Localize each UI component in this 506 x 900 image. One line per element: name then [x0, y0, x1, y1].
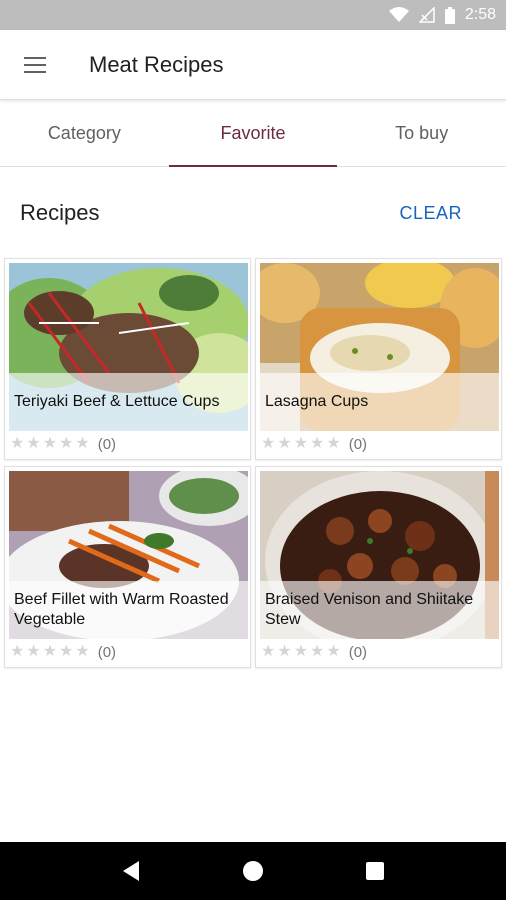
tab-to-buy[interactable]: To buy [337, 101, 506, 166]
star-icon: ★ [277, 435, 292, 452]
recipe-card[interactable]: Braised Venison and Shiitake Stew ★ ★ ★ … [255, 466, 502, 668]
recipe-card[interactable]: Lasagna Cups ★ ★ ★ ★ ★ (0) [255, 258, 502, 460]
star-icon: ★ [261, 435, 276, 452]
tab-bar: Category Favorite To buy [0, 101, 506, 167]
star-icon: ★ [10, 435, 25, 452]
back-icon [123, 861, 139, 881]
app-bar: Meat Recipes [0, 30, 506, 100]
signal-icon [418, 7, 435, 23]
star-icon: ★ [326, 643, 341, 660]
app-title: Meat Recipes [89, 51, 224, 77]
rating-count: (0) [348, 435, 368, 453]
battery-icon [444, 6, 455, 24]
recipe-overlay: Beef Fillet with Warm Roasted Vegetable [9, 581, 248, 639]
recipe-overlay: Lasagna Cups [260, 373, 499, 431]
rating-row: ★ ★ ★ ★ ★ (0) [261, 435, 367, 453]
clear-button[interactable]: CLEAR [391, 195, 486, 232]
star-icon: ★ [261, 643, 276, 660]
recipe-name: Braised Venison and Shiitake Stew [265, 591, 474, 628]
recipe-grid: Teriyaki Beef & Lettuce Cups ★ ★ ★ ★ ★ (… [4, 258, 502, 668]
rating-row: ★ ★ ★ ★ ★ (0) [10, 435, 116, 453]
recipe-card[interactable]: Beef Fillet with Warm Roasted Vegetable … [4, 466, 251, 668]
star-icon: ★ [42, 643, 58, 660]
star-icon: ★ [293, 435, 309, 452]
recipe-image: Lasagna Cups [260, 263, 499, 431]
rating-count: (0) [97, 435, 117, 453]
back-button[interactable] [111, 851, 151, 891]
recipe-image: Teriyaki Beef & Lettuce Cups [9, 263, 248, 431]
star-icon: ★ [10, 643, 25, 660]
star-icon: ★ [75, 435, 90, 452]
star-icon: ★ [75, 643, 90, 660]
rating-row: ★ ★ ★ ★ ★ (0) [261, 643, 367, 661]
star-icon: ★ [326, 435, 341, 452]
recipe-overlay: Braised Venison and Shiitake Stew [260, 581, 499, 639]
recipe-image: Beef Fillet with Warm Roasted Vegetable [9, 471, 248, 639]
section-header: Recipes CLEAR [20, 190, 486, 236]
star-icon: ★ [310, 435, 325, 452]
section-title: Recipes [20, 200, 100, 225]
star-icon: ★ [26, 643, 41, 660]
star-icon: ★ [59, 643, 74, 660]
home-icon [243, 861, 263, 881]
status-time: 2:58 [464, 6, 496, 23]
wifi-icon [388, 7, 409, 23]
star-icon: ★ [42, 435, 58, 452]
star-icon: ★ [59, 435, 74, 452]
tab-favorite[interactable]: Favorite [168, 101, 338, 167]
recents-button[interactable] [355, 851, 395, 891]
rating-row: ★ ★ ★ ★ ★ (0) [10, 643, 116, 661]
status-bar: 2:58 [0, 0, 506, 30]
star-icon: ★ [277, 643, 292, 660]
rating-count: (0) [97, 643, 117, 661]
tab-category[interactable]: Category [0, 101, 169, 166]
recipe-name: Beef Fillet with Warm Roasted Vegetable [14, 591, 229, 628]
rating-count: (0) [348, 643, 368, 661]
recipe-image: Braised Venison and Shiitake Stew [260, 471, 499, 639]
star-icon: ★ [293, 643, 309, 660]
star-icon: ★ [310, 643, 325, 660]
menu-button[interactable] [0, 30, 70, 100]
recipe-name: Lasagna Cups [265, 393, 369, 410]
navigation-bar [0, 842, 506, 900]
recents-icon [366, 862, 384, 880]
home-button[interactable] [233, 851, 273, 891]
recipe-card[interactable]: Teriyaki Beef & Lettuce Cups ★ ★ ★ ★ ★ (… [4, 258, 251, 460]
star-icon: ★ [26, 435, 41, 452]
recipe-overlay: Teriyaki Beef & Lettuce Cups [9, 373, 248, 431]
menu-icon [24, 56, 46, 73]
recipe-name: Teriyaki Beef & Lettuce Cups [14, 393, 220, 410]
